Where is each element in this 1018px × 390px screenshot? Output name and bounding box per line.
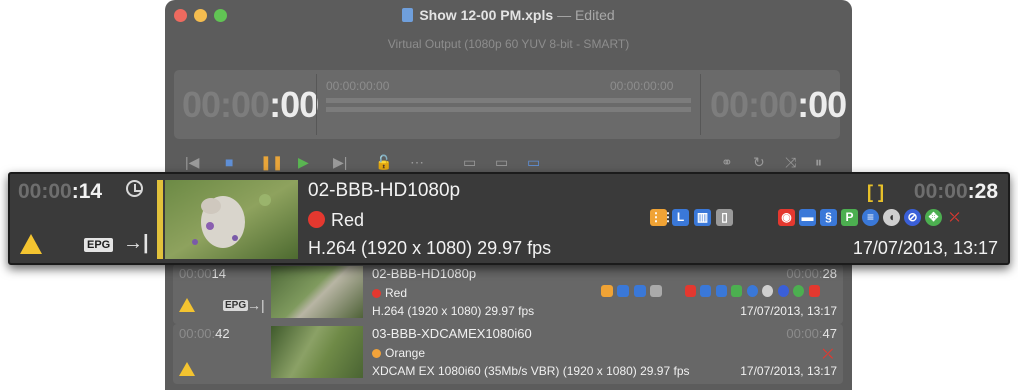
warning-icon (179, 362, 195, 376)
grid-icon: ⋮⋮ (650, 209, 674, 226)
play-icon[interactable]: ▶ (298, 154, 309, 171)
skip-back-icon[interactable]: |◀ (185, 154, 199, 171)
list-item[interactable]: 00:0014 02-BBB-HD1080p Red H.264 (1920 x… (173, 264, 843, 324)
no-sign-icon (777, 284, 789, 297)
row-date: 17/07/2013, 13:17 (740, 304, 837, 318)
l-icon: L (672, 209, 689, 226)
clip-thumbnail (165, 180, 298, 259)
row-thumbnail (271, 326, 363, 378)
epg-badge: EPG (223, 300, 249, 311)
shuffle-icon[interactable]: ⤨ (785, 154, 796, 171)
pause-box-icon[interactable]: ⏸ (815, 154, 822, 171)
view-medium-icon[interactable]: ▭ (495, 154, 508, 171)
thumbnail-image (165, 180, 298, 259)
more-icon[interactable]: ⋯ (410, 154, 424, 171)
row-duration: 00:00:47 (786, 326, 837, 341)
row-thumbnail (271, 266, 363, 318)
elapsed-timecode: 00:00:00 (182, 84, 319, 125)
color-dot (372, 349, 381, 359)
keyboard-icon (633, 284, 646, 297)
epg-badge[interactable]: EPG (84, 238, 114, 252)
list-circle-icon (746, 284, 758, 297)
document-icon (402, 8, 414, 22)
row-format: H.264 (1920 x 1080) 29.97 fps (372, 304, 535, 318)
start-label: 00:00:00:00 (326, 79, 390, 93)
pause-icon[interactable]: ❚❚ (260, 154, 283, 171)
crossed-icon: ⤫ (822, 346, 833, 361)
p-icon: P (841, 209, 858, 226)
clock-icon (126, 180, 143, 197)
warning-icon (20, 234, 42, 254)
list-item[interactable]: 00:00:42 03-BBB-XDCAMEX1080i60 Orange XD… (173, 324, 843, 384)
row-elapsed: 00:0014 (179, 266, 227, 281)
row-color-label: Orange (372, 346, 425, 360)
speaker-icon: ◖ (883, 209, 900, 226)
crossed-icon: ⤫ (949, 210, 960, 224)
row-elapsed: 00:00:42 (179, 326, 230, 341)
move-icon (793, 284, 805, 297)
selected-clip-strip[interactable]: 00:00:14 02-BBB-HD1080p Red H.264 (1920 … (8, 172, 1010, 265)
no-sign-icon: ⊘ (904, 209, 921, 226)
elapsed-timecode: 00:00:14 (18, 180, 103, 203)
move-icon: ✥ (925, 209, 942, 226)
output-subtitle: Virtual Output (1080p 60 YUV 8-bit - SMA… (387, 37, 630, 51)
row-name: 02-BBB-HD1080p (372, 266, 477, 281)
divider (316, 74, 317, 135)
grid-icon (601, 284, 613, 297)
row-format: XDCAM EX 1080i60 (35Mb/s VBR) (1920 x 10… (372, 364, 690, 378)
toggle-icon (700, 284, 712, 297)
progress-bar-secondary[interactable] (326, 107, 691, 112)
view-large-icon[interactable]: ▭ (527, 154, 540, 171)
remaining-timecode: 00:00:00 (710, 84, 847, 125)
color-dot (372, 289, 381, 299)
progress-bar[interactable] (326, 98, 691, 103)
in-out-bracket-icon: [ ] (867, 182, 884, 202)
broadcast-icon: ◉ (778, 209, 795, 226)
broadcast-icon (685, 284, 696, 297)
link-badge-icon: § (820, 209, 837, 226)
arrow-end-icon: →| (247, 297, 265, 313)
link-icon[interactable]: ⚭ (721, 154, 733, 171)
toggle-icon: ▬ (799, 209, 816, 226)
row-color-label: Red (372, 286, 407, 300)
clip-color-label: Red (308, 210, 364, 231)
clip-date: 17/07/2013, 13:17 (852, 238, 998, 258)
edited-label: Edited (574, 7, 615, 23)
l-icon (617, 284, 630, 297)
row-badges-right (685, 282, 820, 300)
list-circle-icon: ≡ (862, 209, 879, 226)
stop-icon[interactable]: ■ (225, 154, 233, 170)
title-bar: Show 12-00 PM.xpls — Edited (165, 0, 852, 32)
warning-icon (179, 298, 195, 312)
clip-name: 02-BBB-HD1080p (308, 180, 461, 201)
keyboard-icon: ▥ (694, 209, 711, 226)
clip-format: H.264 (1920 x 1080) 29.97 fps (308, 238, 552, 258)
clip-duration: 00:00:28 (913, 180, 998, 203)
window-title: Show 12-00 PM.xpls — Edited (165, 7, 852, 23)
loop-icon[interactable]: ↻ (753, 154, 765, 171)
view-small-icon[interactable]: ▭ (463, 154, 476, 171)
timecode-panel: 00:00:00 00:00:00:00 00:00:00:00 00:00:0… (174, 70, 847, 139)
row-duration: 00:00:28 (786, 266, 837, 281)
skip-forward-icon[interactable]: ▶| (333, 154, 347, 171)
color-marker (157, 180, 163, 259)
arrow-end-icon[interactable]: →| (123, 232, 149, 255)
crossed-icon (808, 284, 820, 297)
divider (700, 74, 701, 135)
row-name: 03-BBB-XDCAMEX1080i60 (372, 326, 532, 341)
device-icon (650, 284, 663, 297)
link-badge-icon (715, 284, 727, 297)
end-label: 00:00:00:00 (610, 79, 674, 93)
device-icon: ▯ (716, 209, 733, 226)
transport-toolbar: |◀ ■ ❚❚ ▶ ▶| 🔓 ⋯ ▭ ▭ ▭ ⚭ ↻ ⤨ ⏸ (165, 150, 852, 172)
red-dot-icon (308, 211, 325, 228)
unlock-icon[interactable]: 🔓 (375, 154, 392, 171)
speaker-icon (762, 284, 774, 297)
p-icon (731, 284, 743, 297)
row-badges (601, 282, 663, 300)
row-date: 17/07/2013, 13:17 (740, 364, 837, 378)
